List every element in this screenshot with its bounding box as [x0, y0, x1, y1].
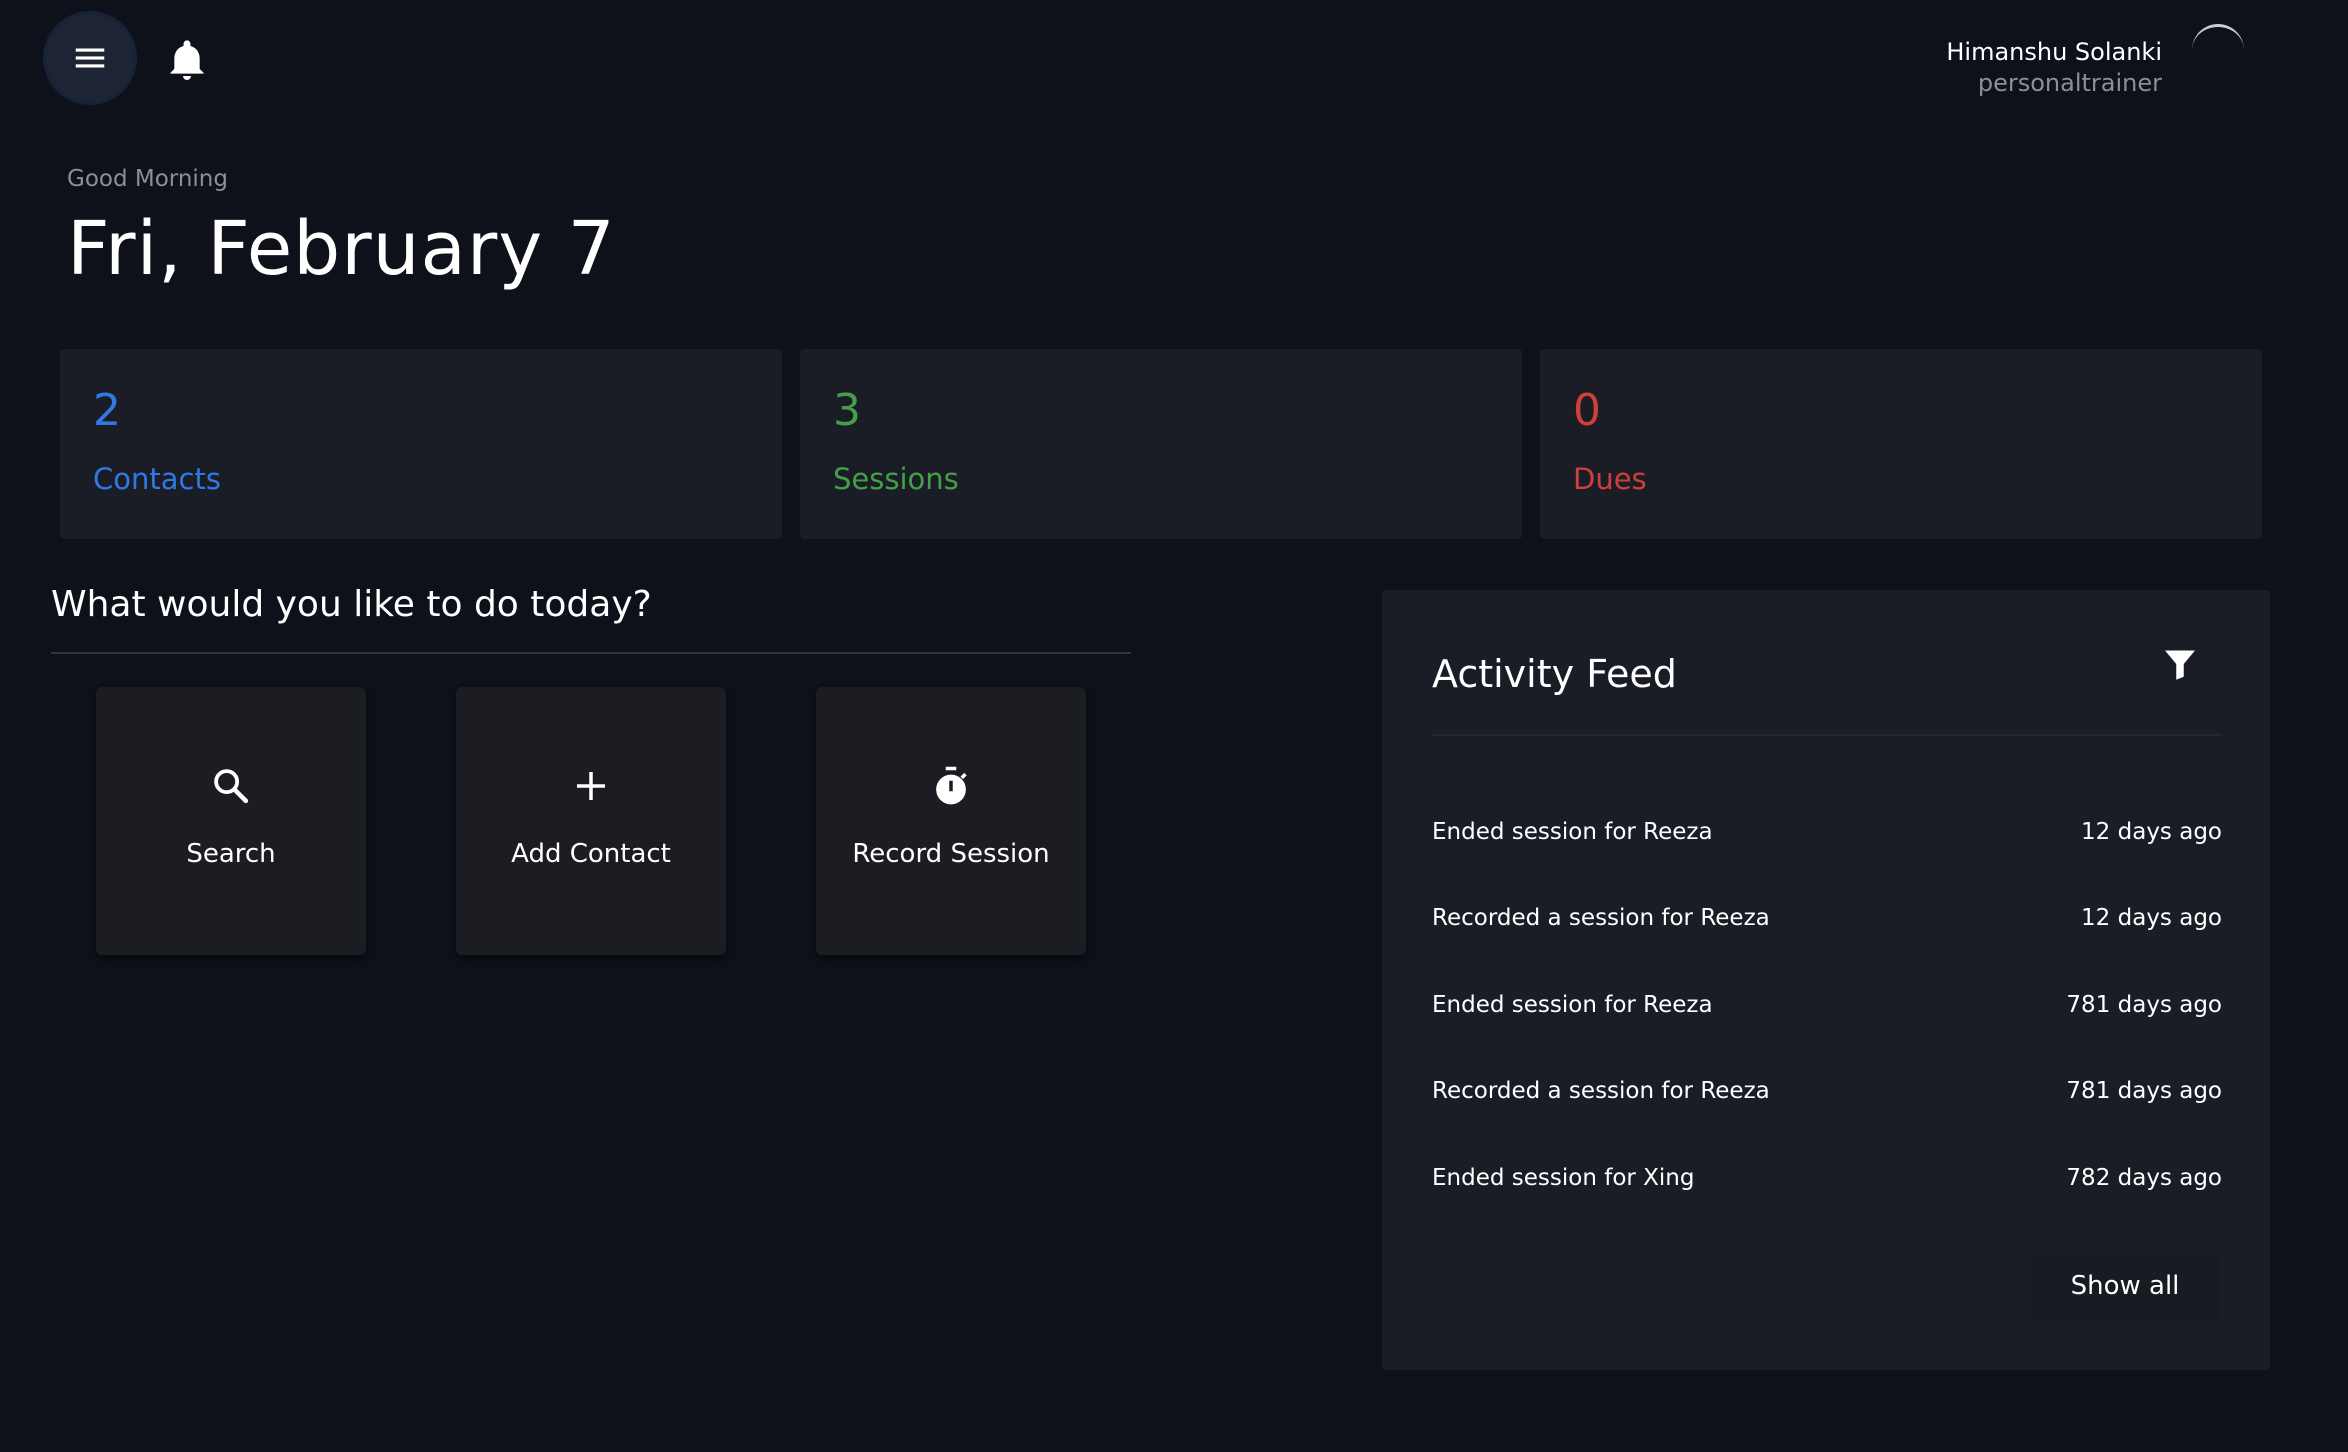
plus-icon	[577, 772, 605, 800]
activity-time: 781 days ago	[2066, 992, 2222, 1018]
divider	[1432, 734, 2222, 736]
quick-actions-title: What would you like to do today?	[51, 584, 652, 625]
stat-label: Sessions	[833, 462, 959, 496]
action-label: Search	[186, 839, 276, 869]
activity-time: 782 days ago	[2066, 1165, 2222, 1191]
user-role: personaltrainer	[1977, 69, 2162, 97]
activity-item[interactable]: Recorded a session for Reeza 12 days ago	[1432, 898, 2222, 938]
stat-card-contacts[interactable]: 2 Contacts	[60, 349, 782, 539]
search-icon	[214, 769, 249, 804]
action-label: Add Contact	[511, 839, 671, 869]
activity-time: 12 days ago	[2081, 905, 2222, 931]
activity-item[interactable]: Recorded a session for Reeza 781 days ag…	[1432, 1071, 2222, 1111]
action-label: Record Session	[852, 839, 1050, 869]
bell-icon[interactable]	[168, 40, 206, 82]
activity-text: Ended session for Reeza	[1432, 819, 1713, 845]
activity-item[interactable]: Ended session for Xing 782 days ago	[1432, 1158, 2222, 1198]
stat-card-dues[interactable]: 0 Dues	[1540, 349, 2262, 539]
activity-feed-title: Activity Feed	[1432, 652, 1677, 696]
menu-button[interactable]	[46, 14, 134, 102]
activity-item[interactable]: Ended session for Reeza 12 days ago	[1432, 812, 2222, 852]
stopwatch-icon	[936, 766, 967, 805]
page-title: Fri, February 7	[67, 206, 616, 292]
dashboard-page: Himanshu Solanki personaltrainer Good Mo…	[0, 0, 2348, 1452]
activity-text: Ended session for Xing	[1432, 1165, 1695, 1191]
activity-time: 781 days ago	[2066, 1078, 2222, 1104]
stat-value: 0	[1573, 385, 1601, 436]
divider	[51, 652, 1131, 654]
stat-value: 3	[833, 385, 861, 436]
filter-icon[interactable]	[2162, 646, 2198, 682]
add-contact-action-button[interactable]: Add Contact	[456, 687, 726, 955]
stat-card-sessions[interactable]: 3 Sessions	[800, 349, 1522, 539]
show-all-button[interactable]: Show all	[2030, 1250, 2220, 1322]
user-info[interactable]: Himanshu Solanki personaltrainer	[1946, 36, 2162, 98]
activity-text: Recorded a session for Reeza	[1432, 905, 1770, 931]
stat-value: 2	[93, 385, 121, 436]
activity-text: Recorded a session for Reeza	[1432, 1078, 1770, 1104]
stat-label: Contacts	[93, 462, 221, 496]
hamburger-menu-icon	[75, 48, 105, 68]
search-action-button[interactable]: Search	[96, 687, 366, 955]
activity-time: 12 days ago	[2081, 819, 2222, 845]
greeting-text: Good Morning	[67, 166, 228, 192]
activity-feed-panel: Activity Feed Ended session for Reeza 12…	[1382, 590, 2270, 1370]
stat-label: Dues	[1573, 462, 1647, 496]
avatar[interactable]	[2192, 24, 2244, 76]
record-session-action-button[interactable]: Record Session	[816, 687, 1086, 955]
user-name: Himanshu Solanki	[1946, 38, 2162, 66]
activity-item[interactable]: Ended session for Reeza 781 days ago	[1432, 985, 2222, 1025]
activity-text: Ended session for Reeza	[1432, 992, 1713, 1018]
